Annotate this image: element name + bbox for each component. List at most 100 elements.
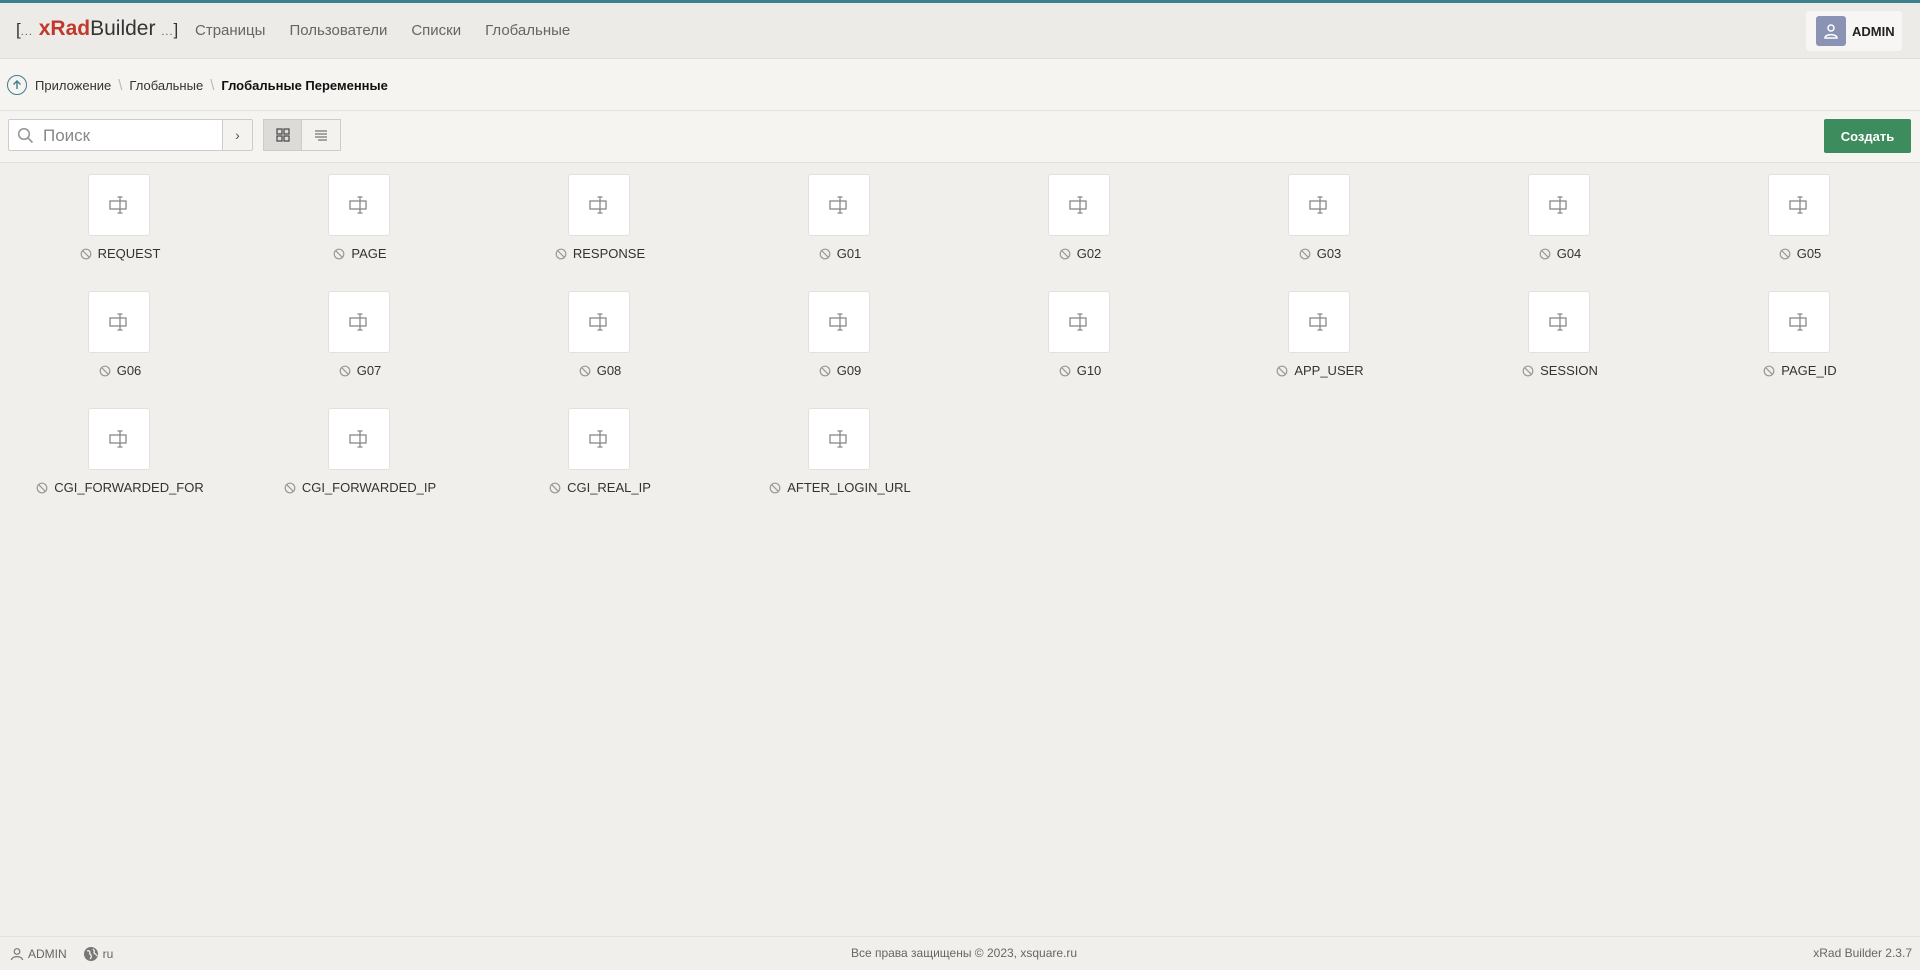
- nav-globals[interactable]: Глобальные: [485, 22, 570, 39]
- variable-icon-box[interactable]: [328, 291, 390, 353]
- variable-name: G09: [836, 363, 862, 378]
- search-box: ›: [8, 119, 253, 151]
- variable-tile[interactable]: G10: [980, 291, 1180, 401]
- app-logo[interactable]: [... xRadBuilder ...]: [16, 17, 178, 41]
- variable-tile[interactable]: APP_USER: [1220, 291, 1420, 401]
- variable-label: G07: [260, 363, 460, 378]
- variable-icon-box[interactable]: [568, 291, 630, 353]
- nav-pages[interactable]: Страницы: [195, 22, 265, 39]
- variable-label: G08: [500, 363, 700, 378]
- toolbar: › Создать: [0, 111, 1920, 163]
- breadcrumb-current: Глобальные Переменные: [221, 78, 388, 93]
- text-cursor-field-icon: [829, 313, 847, 331]
- variable-name: CGI_FORWARDED_IP: [301, 480, 437, 495]
- search-input[interactable]: [41, 123, 225, 149]
- variable-icon-box[interactable]: [808, 174, 870, 236]
- nav-users[interactable]: Пользователи: [289, 22, 387, 39]
- variable-icon-box[interactable]: [1528, 291, 1590, 353]
- variable-icon-box[interactable]: [88, 174, 150, 236]
- variable-icon-box[interactable]: [88, 291, 150, 353]
- variable-icon-box[interactable]: [1288, 174, 1350, 236]
- variable-icon-box[interactable]: [808, 291, 870, 353]
- variable-tile[interactable]: G05: [1700, 174, 1900, 284]
- user-menu[interactable]: ADMIN: [1806, 11, 1902, 51]
- grid-icon: [275, 128, 290, 142]
- variable-label: G04: [1460, 246, 1660, 261]
- disabled-icon: [1276, 365, 1288, 377]
- disabled-icon: [99, 365, 111, 377]
- variable-name: SESSION: [1540, 363, 1598, 378]
- text-cursor-field-icon: [589, 430, 607, 448]
- variable-name: G10: [1076, 363, 1102, 378]
- variable-icon-box[interactable]: [808, 408, 870, 470]
- variable-tile[interactable]: SESSION: [1460, 291, 1660, 401]
- text-cursor-field-icon: [1549, 313, 1567, 331]
- breadcrumb-globals[interactable]: Глобальные: [129, 78, 203, 93]
- disabled-icon: [339, 365, 351, 377]
- disabled-icon: [1522, 365, 1534, 377]
- disabled-icon: [1539, 248, 1551, 260]
- variable-label: G06: [20, 363, 220, 378]
- variable-icon-box[interactable]: [1528, 174, 1590, 236]
- variable-icon-box[interactable]: [1288, 291, 1350, 353]
- variable-tile[interactable]: AFTER_LOGIN_URL: [740, 408, 940, 518]
- variable-tile[interactable]: CGI_FORWARDED_FOR: [20, 408, 220, 518]
- create-button[interactable]: Создать: [1824, 119, 1911, 153]
- text-cursor-field-icon: [349, 313, 367, 331]
- disabled-icon: [1763, 365, 1775, 377]
- variable-tile[interactable]: REQUEST: [20, 174, 220, 284]
- variable-icon-box[interactable]: [1768, 174, 1830, 236]
- variable-label: CGI_FORWARDED_FOR: [20, 480, 220, 495]
- text-cursor-field-icon: [1549, 196, 1567, 214]
- variable-label: RESPONSE: [500, 246, 700, 261]
- disabled-icon: [769, 482, 781, 494]
- disabled-icon: [80, 248, 91, 260]
- variable-name: G05: [1796, 246, 1822, 261]
- variable-tile[interactable]: CGI_REAL_IP: [500, 408, 700, 518]
- user-name: ADMIN: [1852, 23, 1895, 39]
- header: [... xRadBuilder ...] Страницы Пользоват…: [0, 3, 1920, 59]
- variable-name: G04: [1556, 246, 1582, 261]
- variable-tile[interactable]: PAGE_ID: [1700, 291, 1900, 401]
- variable-icon-box[interactable]: [328, 174, 390, 236]
- variable-tile[interactable]: G09: [740, 291, 940, 401]
- text-cursor-field-icon: [109, 313, 127, 331]
- avatar: [1816, 16, 1846, 46]
- text-cursor-field-icon: [349, 430, 367, 448]
- variable-icon-box[interactable]: [88, 408, 150, 470]
- disabled-icon: [819, 365, 831, 377]
- variable-tile[interactable]: G03: [1220, 174, 1420, 284]
- variable-tile[interactable]: G06: [20, 291, 220, 401]
- text-cursor-field-icon: [589, 196, 607, 214]
- variable-icon-box[interactable]: [1048, 291, 1110, 353]
- variable-tile[interactable]: G01: [740, 174, 940, 284]
- variable-tile[interactable]: PAGE: [260, 174, 460, 284]
- variable-label: G05: [1700, 246, 1900, 261]
- breadcrumb-app[interactable]: Приложение: [35, 78, 111, 93]
- list-icon: [315, 130, 327, 141]
- list-view-button[interactable]: [302, 119, 341, 151]
- nav-lists[interactable]: Списки: [411, 22, 461, 39]
- disabled-icon: [284, 482, 296, 494]
- variable-icon-box[interactable]: [1768, 291, 1830, 353]
- variable-tile[interactable]: G07: [260, 291, 460, 401]
- variable-icon-box[interactable]: [568, 408, 630, 470]
- variable-icon-box[interactable]: [328, 408, 390, 470]
- variable-name: CGI_FORWARDED_FOR: [54, 480, 204, 495]
- variable-tile[interactable]: G08: [500, 291, 700, 401]
- up-arrow-icon[interactable]: [7, 75, 27, 95]
- variable-icon-box[interactable]: [568, 174, 630, 236]
- variable-name: RESPONSE: [572, 246, 646, 261]
- variable-tile[interactable]: CGI_FORWARDED_IP: [260, 408, 460, 518]
- variable-name: APP_USER: [1294, 363, 1364, 378]
- search-submit-button[interactable]: ›: [222, 120, 252, 150]
- disabled-icon: [1059, 248, 1071, 260]
- variable-tile[interactable]: G04: [1460, 174, 1660, 284]
- variable-icon-box[interactable]: [1048, 174, 1110, 236]
- footer-copyright: Все права защищены © 2023, xsquare.ru: [850, 946, 1078, 960]
- variable-tile[interactable]: G02: [980, 174, 1180, 284]
- variable-label: CGI_REAL_IP: [500, 480, 700, 495]
- grid-view-button[interactable]: [263, 119, 302, 151]
- logo-xrad: xRad: [38, 17, 91, 40]
- variable-tile[interactable]: RESPONSE: [500, 174, 700, 284]
